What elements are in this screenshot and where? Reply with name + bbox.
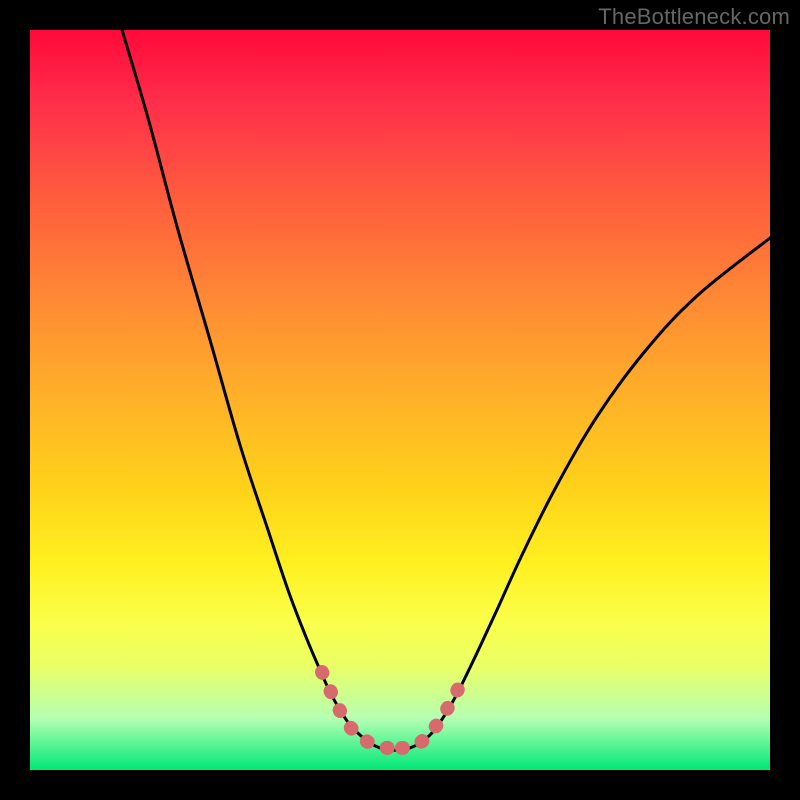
watermark-text: TheBottleneck.com	[598, 4, 790, 30]
highlight-right-segment	[402, 681, 462, 748]
plot-area	[30, 30, 770, 770]
outer-frame: TheBottleneck.com	[0, 0, 800, 800]
chart-svg	[30, 30, 770, 770]
bottleneck-curve	[122, 30, 770, 750]
